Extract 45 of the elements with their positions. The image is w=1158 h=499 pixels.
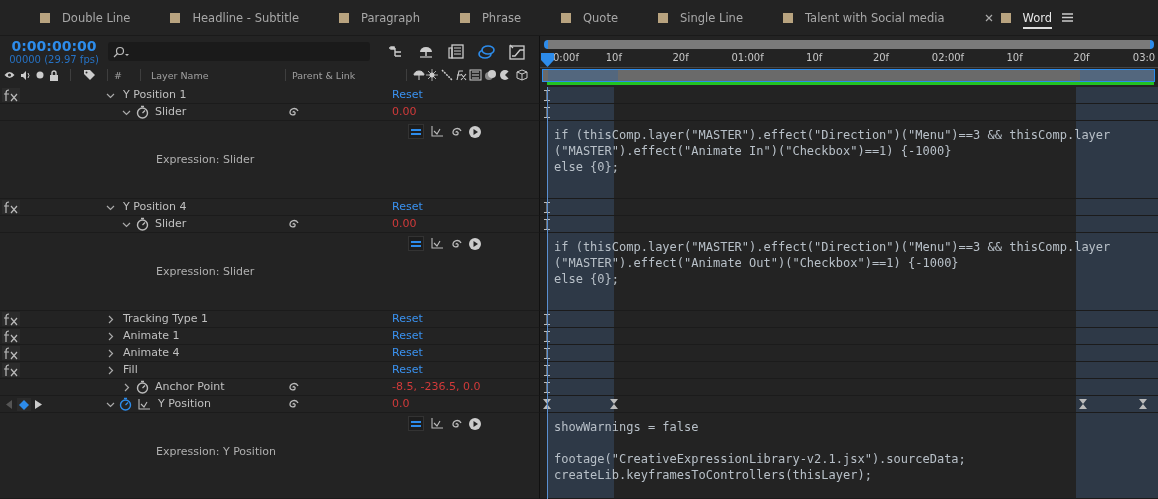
expression-code-field[interactable]: showWarnings = false footage("CreativeExpressionLibrary-v2.1.jsx").sourceData; createLib.keyframesToControllers(thisLayer); [554, 419, 1154, 483]
expression-label: Expression: Slider [156, 265, 255, 278]
ruler-label: 02:00f [931, 52, 964, 63]
property-name[interactable]: Slider [155, 105, 187, 118]
effect-name[interactable]: Y Position 4 [123, 200, 187, 213]
property-name[interactable]: Slider [155, 217, 187, 230]
ruler-label: 20f [871, 52, 891, 63]
effect-name[interactable]: Y Position 1 [123, 88, 187, 101]
ruler-label: 0:00f [552, 52, 581, 63]
expression-label: Expression: Y Position [156, 445, 276, 458]
property-name[interactable]: Anchor Point [155, 380, 225, 393]
reset-link[interactable]: Reset [392, 329, 423, 342]
ruler-label: 10f [604, 52, 624, 63]
ruler-label: 10f [1005, 52, 1024, 63]
ruler-label: 03:0 [1131, 52, 1157, 63]
current-time[interactable]: 0:00:00:00 [11, 39, 97, 54]
expression-code-field[interactable]: if (thisComp.layer("MASTER").effect("Direction")("Menu")==3 && thisComp.layer ("MASTER").effect("Animate Out")("Checkbox")==1) {-1000} else {0}; [554, 239, 1154, 287]
expression-code-field[interactable]: if (thisComp.layer("MASTER").effect("Direction")("Menu")==3 && thisComp.layer ("MASTER").effect("Animate In")("Checkbox")==1) {-1000} else {0}; [554, 127, 1154, 175]
composition-tab[interactable]: Quote [583, 6, 618, 29]
column-header[interactable]: Layer Name [147, 69, 279, 81]
reset-link[interactable]: Reset [392, 312, 423, 325]
composition-tab[interactable]: Word [1022, 6, 1053, 29]
property-name[interactable]: Y Position [158, 397, 212, 410]
reset-link[interactable]: Reset [392, 346, 423, 359]
expression-label: Expression: Slider [156, 153, 255, 166]
ruler-label: 01:00f [731, 52, 764, 63]
effect-name[interactable]: Tracking Type 1 [123, 312, 209, 325]
effect-name[interactable]: Animate 1 [123, 329, 180, 342]
composition-tab[interactable]: Phrase [481, 6, 521, 29]
reset-link[interactable]: Reset [392, 200, 423, 213]
effect-name[interactable]: Fill [123, 363, 138, 376]
frame-rate-text: 00000 (29.97 fps) [9, 54, 99, 66]
composition-tab[interactable]: Talent with Social media [804, 6, 945, 29]
ruler-label: 20f [1072, 52, 1091, 63]
composition-tab[interactable]: Single Line [680, 6, 743, 29]
composition-tab[interactable]: Headline - Subtitle [192, 6, 300, 29]
reset-link[interactable]: Reset [392, 363, 423, 376]
composition-tab[interactable]: Paragraph [361, 6, 420, 29]
column-header[interactable]: # [114, 69, 134, 81]
reset-link[interactable]: Reset [392, 88, 423, 101]
effect-name[interactable]: Animate 4 [123, 346, 180, 359]
column-header[interactable]: Parent & Link [292, 69, 400, 81]
ruler-label: 10f [805, 52, 824, 63]
composition-tab[interactable]: Double Line [62, 6, 131, 29]
ruler-label: 20f [671, 52, 690, 63]
